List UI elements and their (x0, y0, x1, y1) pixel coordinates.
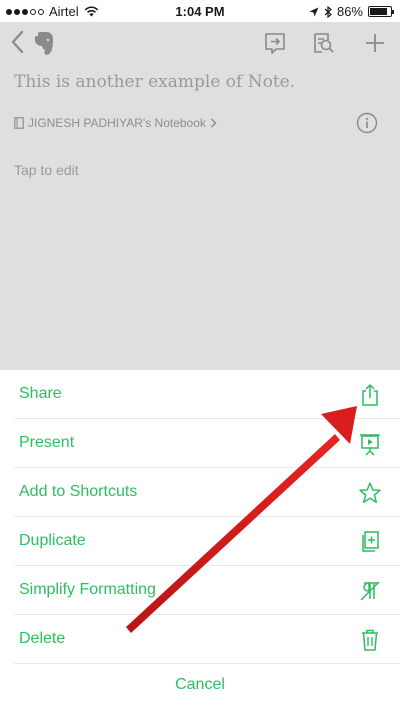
battery-percent: 86% (336, 4, 363, 19)
duplicate-icon[interactable] (357, 529, 383, 555)
menu-item-add-to-shortcuts[interactable]: Add to Shortcuts (0, 468, 400, 517)
menu-item-label: Present (19, 434, 75, 451)
menu-item-label: Simplify Formatting (19, 581, 156, 598)
info-icon[interactable] (356, 112, 378, 134)
note-nav-bar (0, 22, 400, 64)
note-body-placeholder[interactable]: Tap to edit (14, 162, 79, 178)
present-screen-icon[interactable] (262, 30, 288, 56)
plus-icon[interactable] (362, 30, 388, 56)
menu-item-present[interactable]: Present (0, 419, 400, 468)
chevron-right-icon (210, 118, 217, 128)
clear-formatting-icon[interactable] (357, 578, 383, 604)
menu-item-share[interactable]: Share (0, 370, 400, 419)
notebook-link[interactable]: JIGNESH PADHIYAR's Notebook (14, 116, 217, 130)
menu-item-simplify-formatting[interactable]: Simplify Formatting (0, 566, 400, 615)
notebook-name: JIGNESH PADHIYAR's Notebook (28, 116, 206, 130)
note-area: This is another example of Note. JIGNESH… (0, 22, 400, 370)
action-sheet: Share Present Add to Shortcuts Duplicate… (0, 370, 400, 709)
menu-item-label: Duplicate (19, 532, 86, 549)
battery-icon (368, 6, 394, 17)
evernote-logo-icon[interactable] (32, 30, 56, 56)
star-icon[interactable] (357, 480, 383, 506)
menu-item-label: Add to Shortcuts (19, 483, 138, 500)
status-right: 86% (309, 4, 394, 19)
menu-item-duplicate[interactable]: Duplicate (0, 517, 400, 566)
cancel-button[interactable]: Cancel (0, 664, 400, 709)
screen: Airtel 1:04 PM 86% This is another examp… (0, 0, 400, 709)
bluetooth-icon (324, 5, 332, 18)
menu-item-label: Share (19, 385, 62, 402)
status-bar: Airtel 1:04 PM 86% (0, 0, 400, 22)
location-arrow-icon (309, 7, 319, 16)
note-search-icon[interactable] (310, 30, 336, 56)
back-chevron-icon[interactable] (8, 28, 28, 56)
present-icon[interactable] (357, 431, 383, 457)
menu-item-label: Delete (19, 630, 66, 647)
battery-fill (370, 8, 388, 15)
notebook-icon (14, 117, 24, 129)
share-icon[interactable] (357, 382, 383, 408)
trash-icon[interactable] (357, 627, 383, 653)
menu-item-delete[interactable]: Delete (0, 615, 400, 664)
note-title[interactable]: This is another example of Note. (14, 72, 295, 92)
